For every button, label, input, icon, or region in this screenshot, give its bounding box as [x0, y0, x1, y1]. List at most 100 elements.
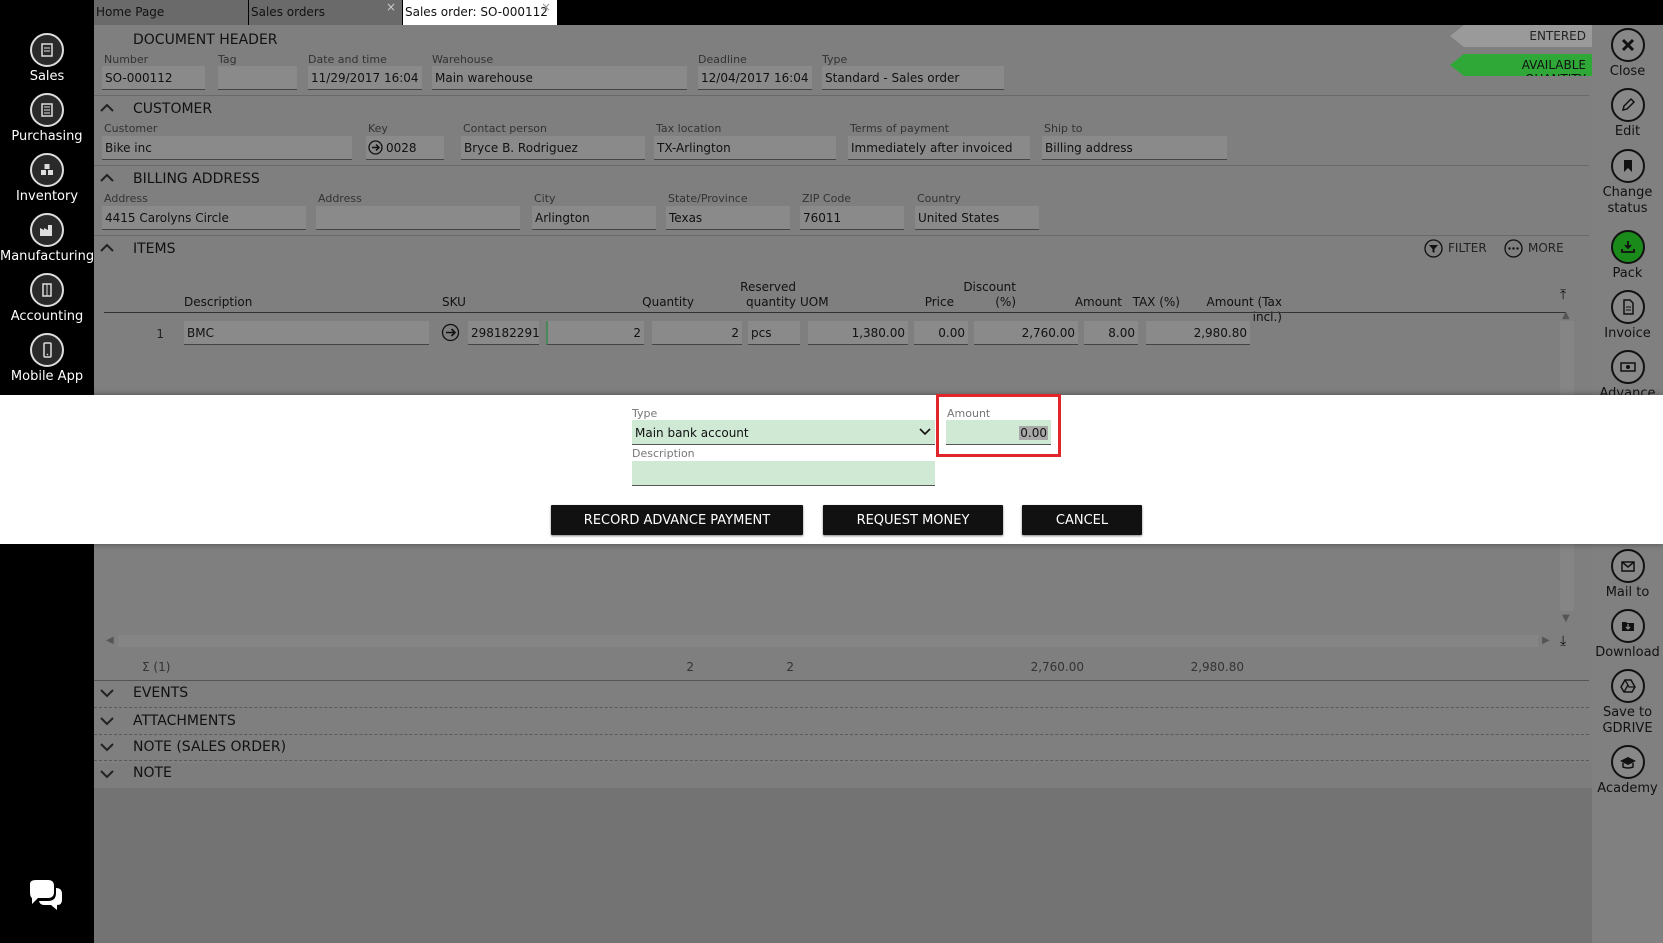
terms-field[interactable]: Immediately after invoiced — [848, 136, 1030, 160]
contact-field[interactable]: Bryce B. Rodriguez — [461, 136, 645, 160]
section-title-attachments[interactable]: ATTACHMENTS — [133, 713, 236, 729]
arrow-right-circle-icon[interactable] — [368, 140, 383, 155]
request-money-button[interactable]: REQUEST MONEY — [823, 505, 1003, 535]
sidebar-item-manufacturing[interactable]: Manufacturing — [0, 213, 94, 264]
section-title-note-sales-order[interactable]: NOTE (SALES ORDER) — [133, 739, 286, 755]
col-header-uom[interactable]: UOM — [752, 295, 860, 310]
section-title-note[interactable]: NOTE — [133, 765, 172, 781]
pack-icon — [1610, 230, 1645, 264]
collapse-chevron-icon[interactable] — [100, 243, 114, 253]
tab-sales-order-detail[interactable]: Sales order: SO-000112 × — [403, 0, 558, 25]
number-field[interactable]: SO-000112 — [102, 66, 205, 90]
scroll-bottom-icon[interactable]: ⤓ — [1560, 633, 1566, 649]
row-number: 1 — [156, 327, 164, 341]
change-status-action[interactable]: Change status — [1592, 149, 1663, 217]
col-header-amount[interactable]: Amount — [1034, 295, 1122, 310]
ship-to-field[interactable]: Billing address — [1042, 136, 1227, 160]
address2-field[interactable] — [316, 206, 520, 230]
tab-home-page[interactable]: Home Page — [94, 0, 249, 25]
sidebar-item-sales[interactable]: Sales — [0, 33, 94, 84]
type-field[interactable]: Standard - Sales order — [822, 66, 1004, 90]
scroll-down-icon[interactable]: ▼ — [1562, 613, 1570, 624]
cancel-button[interactable]: CANCEL — [1022, 505, 1142, 535]
col-header-quantity[interactable]: Quantity — [594, 295, 694, 310]
edit-action[interactable]: Edit — [1592, 88, 1663, 140]
expand-chevron-icon[interactable] — [100, 688, 114, 698]
col-header-price[interactable]: Price — [864, 295, 954, 310]
chat-icon[interactable] — [26, 878, 66, 912]
sidebar-item-accounting[interactable]: Accounting — [0, 273, 94, 324]
available-quantity-badge[interactable]: AVAILABLE QUANTITY — [1450, 54, 1592, 76]
customer-field[interactable]: Bike inc — [102, 136, 352, 160]
inventory-icon — [30, 153, 64, 187]
section-title-events[interactable]: EVENTS — [133, 685, 188, 701]
divider — [94, 707, 1589, 708]
payment-type-select[interactable]: Main bank account — [632, 420, 935, 445]
address-field[interactable]: 4415 Carolyns Circle — [102, 206, 306, 230]
action-label: Academy — [1597, 781, 1658, 796]
col-header-tax[interactable]: TAX (%) — [1124, 295, 1180, 310]
row-quantity[interactable]: 2 — [546, 321, 644, 345]
row-tax[interactable]: 8.00 — [1084, 321, 1138, 345]
mail-to-action[interactable]: Mail to — [1592, 549, 1663, 601]
row-description[interactable]: BMC — [184, 321, 429, 345]
col-header-description[interactable]: Description — [184, 295, 252, 310]
deadline-field[interactable]: 12/04/2017 16:04 — [698, 66, 812, 90]
graduation-cap-icon — [1610, 745, 1645, 779]
row-uom[interactable]: pcs — [748, 321, 800, 345]
col-header-sku[interactable]: SKU — [442, 295, 466, 310]
payment-type-value: Main bank account — [635, 426, 749, 440]
sidebar-item-inventory[interactable]: Inventory — [0, 153, 94, 204]
tab-sales-orders[interactable]: Sales orders × — [249, 0, 403, 25]
close-tab-icon[interactable]: × — [541, 0, 551, 14]
sidebar-item-label: Accounting — [10, 309, 84, 324]
expand-chevron-icon[interactable] — [100, 716, 114, 726]
expand-chevron-icon[interactable] — [100, 742, 114, 752]
pack-action[interactable]: Pack — [1592, 230, 1663, 282]
country-field[interactable]: United States — [915, 206, 1039, 230]
row-price[interactable]: 1,380.00 — [808, 321, 908, 345]
warehouse-field[interactable]: Main warehouse — [432, 66, 687, 90]
download-action[interactable]: Download — [1592, 609, 1663, 661]
collapse-chevron-icon[interactable] — [100, 103, 114, 113]
zip-field[interactable]: 76011 — [800, 206, 904, 230]
address-label: Address — [104, 192, 148, 205]
scroll-top-icon[interactable]: ⤒ — [1560, 287, 1566, 303]
city-field[interactable]: Arlington — [532, 206, 656, 230]
expand-chevron-icon[interactable] — [100, 769, 114, 779]
scroll-left-icon[interactable]: ◀ — [106, 635, 114, 646]
row-sku[interactable]: 298182291 — [468, 321, 539, 345]
row-reserved-quantity[interactable]: 2 — [652, 321, 742, 345]
arrow-right-circle-icon[interactable] — [441, 323, 460, 342]
close-action[interactable]: Close — [1592, 28, 1663, 80]
record-advance-payment-button[interactable]: RECORD ADVANCE PAYMENT — [551, 505, 803, 535]
row-discount[interactable]: 0.00 — [914, 321, 968, 345]
address2-label: Address — [318, 192, 362, 205]
tax-location-field[interactable]: TX-Arlington — [654, 136, 836, 160]
datetime-label: Date and time — [308, 53, 387, 66]
invoice-action[interactable]: Invoice — [1592, 290, 1663, 342]
close-tab-icon[interactable]: × — [386, 0, 396, 14]
save-to-gdrive-action[interactable]: Save to GDRIVE — [1592, 669, 1663, 737]
more-button[interactable]: MORE — [1504, 239, 1574, 259]
sales-icon — [30, 33, 64, 67]
action-label: Advance — [1599, 386, 1656, 395]
key-field[interactable]: 0028 — [366, 136, 444, 160]
academy-action[interactable]: Academy — [1592, 745, 1663, 797]
description-input[interactable] — [632, 461, 935, 486]
state-field[interactable]: Texas — [666, 206, 790, 230]
advance-action[interactable]: Advance — [1592, 350, 1663, 395]
horizontal-scrollbar[interactable] — [118, 635, 1538, 647]
col-header-discount-line2[interactable]: (%) — [954, 295, 1016, 310]
collapse-chevron-icon[interactable] — [100, 173, 114, 183]
tag-field[interactable] — [218, 66, 297, 90]
scroll-up-icon[interactable]: ▲ — [1562, 310, 1570, 321]
sidebar-item-purchasing[interactable]: Purchasing — [0, 93, 94, 144]
row-amount[interactable]: 2,760.00 — [974, 321, 1078, 345]
scroll-right-icon[interactable]: ▶ — [1542, 635, 1550, 646]
sidebar-item-label: Inventory — [15, 189, 79, 204]
filter-icon — [1424, 239, 1443, 258]
sidebar-item-mobile-app[interactable]: Mobile App — [0, 333, 94, 384]
row-amount-tax[interactable]: 2,980.80 — [1146, 321, 1250, 345]
datetime-field[interactable]: 11/29/2017 16:04 — [308, 66, 422, 90]
